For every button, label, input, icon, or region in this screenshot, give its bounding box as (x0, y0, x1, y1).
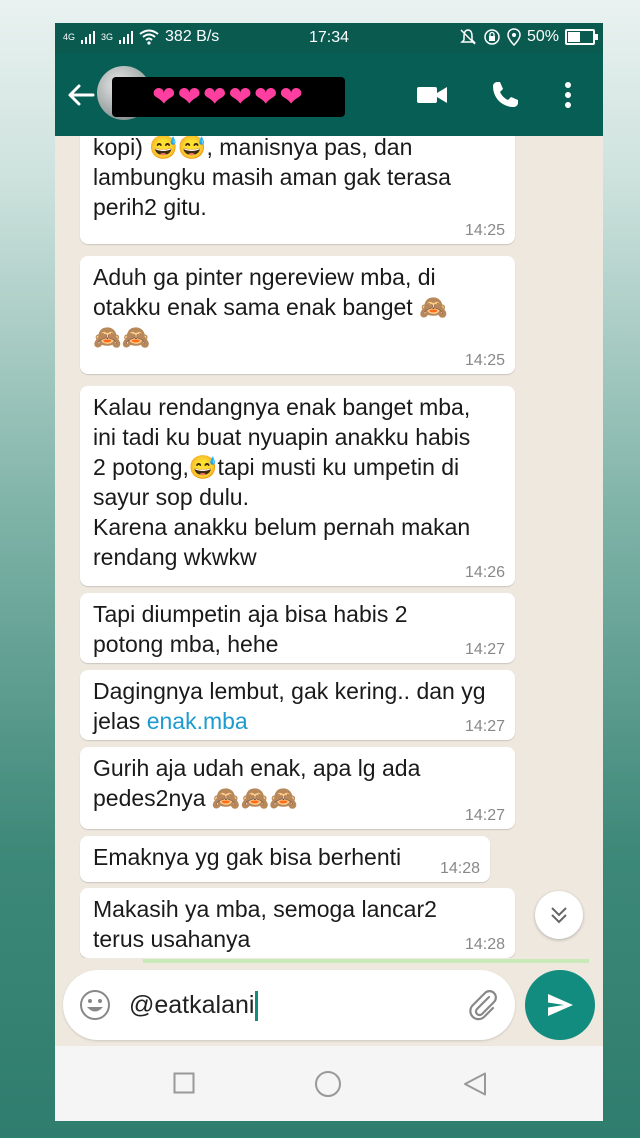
message-link[interactable]: enak.mba (147, 708, 248, 734)
battery-percent: 50% (526, 28, 559, 45)
message-time: 14:27 (464, 807, 505, 824)
message-time: 14:25 (464, 352, 505, 369)
message-list[interactable]: kopi) 😅😅, manisnya pas, dan lambungku ma… (55, 136, 603, 958)
status-bar: 4G 3G 382 B/s 17:34 50% (55, 23, 603, 53)
battery-icon (565, 29, 598, 45)
recent-apps-icon[interactable] (173, 1072, 195, 1094)
battery-fill (568, 32, 580, 42)
message-time: 14:27 (464, 641, 505, 658)
double-chevron-down-icon (551, 907, 567, 924)
message-time: 14:28 (439, 860, 480, 877)
lock-rotation-icon (484, 29, 500, 45)
back-nav-icon[interactable] (463, 1072, 487, 1096)
attach-icon[interactable] (467, 989, 499, 1021)
message-bubble[interactable]: Makasih ya mba, semoga lancar2 terus usa… (80, 888, 515, 958)
send-icon (548, 994, 573, 1016)
message-bubble[interactable]: Aduh ga pinter ngereview mba, di otakku … (80, 256, 515, 374)
emoji-icon[interactable] (79, 989, 111, 1021)
phone-icon[interactable] (489, 79, 521, 111)
message-text: Dagingnya lembut, gak kering.. dan yg je… (93, 676, 503, 736)
message-text: Makasih ya mba, semoga lancar2 terus usa… (93, 896, 437, 952)
message-bubble[interactable]: Tapi diumpetin aja bisa habis 2 potong m… (80, 593, 515, 663)
contact-name-redacted[interactable]: ❤❤❤❤❤❤ (112, 77, 345, 117)
reply-indicator-line (143, 959, 589, 963)
message-text: Aduh ga pinter ngereview mba, di otakku … (93, 264, 448, 350)
mute-icon (460, 29, 476, 45)
message-text: Emaknya yg gak bisa berhenti (93, 844, 402, 870)
message-input[interactable]: @eatkalani (129, 990, 259, 1022)
text-cursor (255, 991, 259, 1022)
message-text: Kalau rendangnya enak banget mba, ini ta… (93, 394, 471, 570)
back-arrow-icon[interactable] (65, 79, 97, 111)
video-call-icon[interactable] (415, 79, 449, 111)
message-bubble[interactable]: Gurih aja udah enak, apa lg ada pedes2ny… (80, 747, 515, 829)
message-time: 14:27 (464, 718, 505, 735)
location-icon (507, 28, 521, 46)
chat-header: ❤❤❤❤❤❤ (55, 53, 603, 136)
home-icon[interactable] (314, 1070, 342, 1098)
send-button[interactable] (525, 970, 595, 1040)
more-vert-icon[interactable] (555, 79, 581, 111)
message-text: Gurih aja udah enak, apa lg ada pedes2ny… (93, 755, 421, 811)
message-time: 14:26 (464, 564, 505, 581)
message-composer[interactable]: @eatkalani (63, 970, 515, 1040)
message-time: 14:25 (464, 222, 505, 239)
scroll-to-bottom-button[interactable] (535, 891, 583, 939)
message-bubble[interactable]: Emaknya yg gak bisa berhenti 14:28 (80, 836, 490, 882)
system-nav-bar (55, 1046, 603, 1121)
message-text: Tapi diumpetin aja bisa habis 2 potong m… (93, 601, 408, 657)
message-bubble[interactable]: kopi) 😅😅, manisnya pas, dan lambungku ma… (80, 136, 515, 244)
message-bubble[interactable]: Kalau rendangnya enak banget mba, ini ta… (80, 386, 515, 586)
message-text: kopi) 😅😅, manisnya pas, dan lambungku ma… (93, 136, 451, 220)
phone-screen: 4G 3G 382 B/s 17:34 50% ❤❤❤❤❤❤ kopi) 😅😅,… (55, 23, 603, 1121)
message-input-value: @eatkalani (129, 991, 255, 1019)
message-time: 14:28 (464, 936, 505, 953)
message-bubble[interactable]: Dagingnya lembut, gak kering.. dan yg je… (80, 670, 515, 740)
status-right: 50% (459, 28, 598, 46)
